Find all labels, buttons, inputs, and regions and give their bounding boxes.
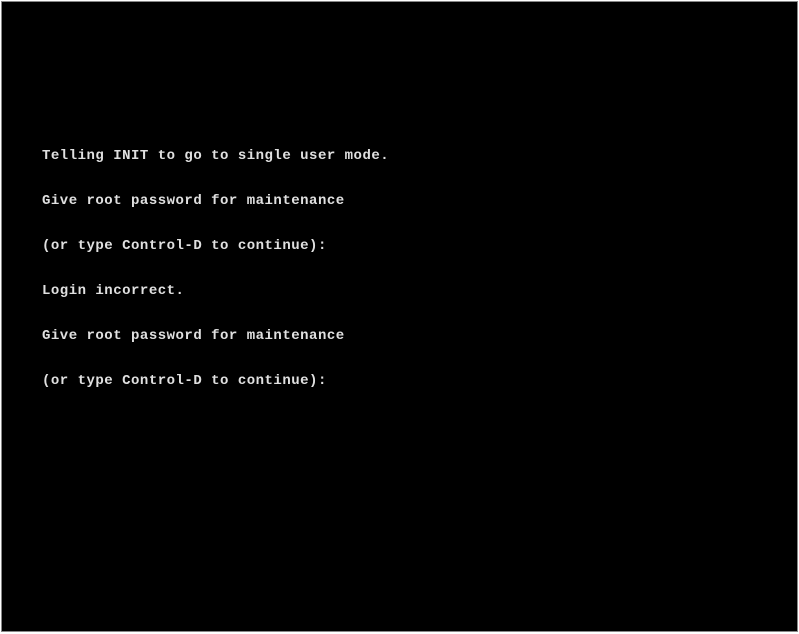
terminal-output: Telling INIT to go to single user mode. … [2,2,797,419]
terminal-line: Give root password for maintenance [42,329,797,344]
terminal-line: Login incorrect. [42,284,797,299]
terminal-window[interactable]: Telling INIT to go to single user mode. … [1,1,798,632]
terminal-prompt-line: (or type Control-D to continue): [42,239,797,254]
terminal-prompt-text: (or type Control-D to continue): [42,373,327,389]
terminal-line: Telling INIT to go to single user mode. [42,149,797,164]
terminal-line: Give root password for maintenance [42,194,797,209]
terminal-prompt-line: (or type Control-D to continue): [42,374,797,389]
